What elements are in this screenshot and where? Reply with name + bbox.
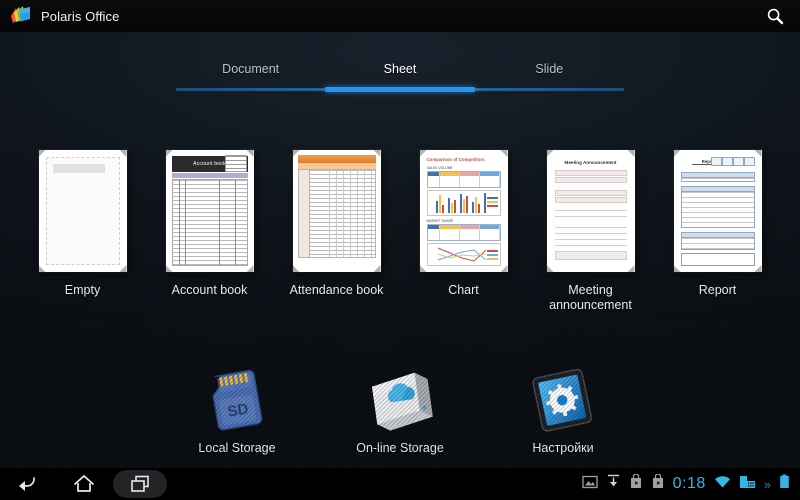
template-label: Report <box>698 283 737 297</box>
template-thumbnail[interactable]: Meeting Announcement <box>546 150 635 272</box>
template-item-account-book[interactable]: Account book Account book <box>146 150 273 313</box>
shortcut-label: Настройки <box>532 441 594 455</box>
svg-text:SD: SD <box>226 400 250 420</box>
template-label: Account book <box>171 283 248 297</box>
recent-apps-button[interactable] <box>112 468 168 500</box>
system-navigation-bar: 0:18 » <box>0 468 800 500</box>
template-item-empty[interactable]: Empty <box>19 150 146 313</box>
sd-card-icon[interactable]: SD <box>189 362 285 436</box>
template-thumbnail[interactable]: Comparison of Competitors SALES VOLUME M… <box>419 150 508 272</box>
storage-shortcut-row: SD Local Storage On-line Storage Настрой… <box>0 362 800 455</box>
app-title: Polaris Office <box>41 8 120 24</box>
battery-icon[interactable] <box>779 474 790 494</box>
polaris-office-home: Polaris Office Document Sheet Slide Empt… <box>0 0 800 500</box>
status-overflow-icon[interactable]: » <box>764 477 771 492</box>
template-thumbnail[interactable]: Report <box>673 150 762 272</box>
settings-tablet-icon[interactable] <box>515 362 611 436</box>
keyboard-icon[interactable] <box>739 475 756 494</box>
title-bar: Polaris Office <box>0 0 800 32</box>
shortcut-online-storage[interactable]: On-line Storage <box>319 362 482 455</box>
play-store-icon[interactable] <box>629 473 643 494</box>
template-label: Chart <box>448 283 479 297</box>
thumb-title: Comparison of Competitors <box>426 157 485 162</box>
status-clock: 0:18 <box>672 475 706 492</box>
template-item-attendance-book[interactable]: Attendance book <box>273 150 400 313</box>
category-tabs: Document Sheet Slide <box>176 62 624 92</box>
status-icons-group: 0:18 » <box>581 468 800 500</box>
template-thumbnail[interactable] <box>38 150 127 272</box>
tab-rail <box>176 87 624 92</box>
recent-apps-icon[interactable] <box>113 470 167 498</box>
polaris-logo-icon <box>10 6 32 26</box>
tab-slide[interactable]: Slide <box>475 62 624 88</box>
search-icon[interactable] <box>762 3 788 29</box>
play-store-icon[interactable] <box>651 473 665 494</box>
wifi-icon[interactable] <box>714 475 731 494</box>
tab-sheet[interactable]: Sheet <box>325 62 474 88</box>
shortcut-label: On-line Storage <box>356 441 444 455</box>
shortcut-label: Local Storage <box>198 441 276 455</box>
shortcut-local-storage[interactable]: SD Local Storage <box>156 362 319 455</box>
home-icon[interactable] <box>56 468 112 500</box>
cloud-drive-icon[interactable] <box>352 362 448 436</box>
template-thumbnail[interactable]: Account book <box>165 150 254 272</box>
shortcut-settings[interactable]: Настройки <box>482 362 645 455</box>
template-label: Meeting announcement <box>549 283 632 312</box>
template-label: Attendance book <box>289 283 384 297</box>
thumb-subtitle-2: MARKET SHARE <box>426 219 454 223</box>
template-grid: Empty Account book Account book Attendan… <box>0 150 800 313</box>
tab-document[interactable]: Document <box>176 62 325 88</box>
thumb-subtitle-1: SALES VOLUME <box>426 166 453 170</box>
template-item-meeting-announcement[interactable]: Meeting Announcement Meeting announcemen… <box>527 150 654 313</box>
back-icon[interactable] <box>0 468 56 500</box>
thumb-title: Meeting Announcement <box>564 160 617 165</box>
template-thumbnail[interactable] <box>292 150 381 272</box>
template-label: Empty <box>64 283 101 297</box>
template-item-report[interactable]: Report Report <box>654 150 781 313</box>
screenshot-icon[interactable] <box>581 475 598 494</box>
download-icon[interactable] <box>606 474 621 494</box>
tab-active-indicator <box>325 87 475 92</box>
template-item-chart[interactable]: Comparison of Competitors SALES VOLUME M… <box>400 150 527 313</box>
